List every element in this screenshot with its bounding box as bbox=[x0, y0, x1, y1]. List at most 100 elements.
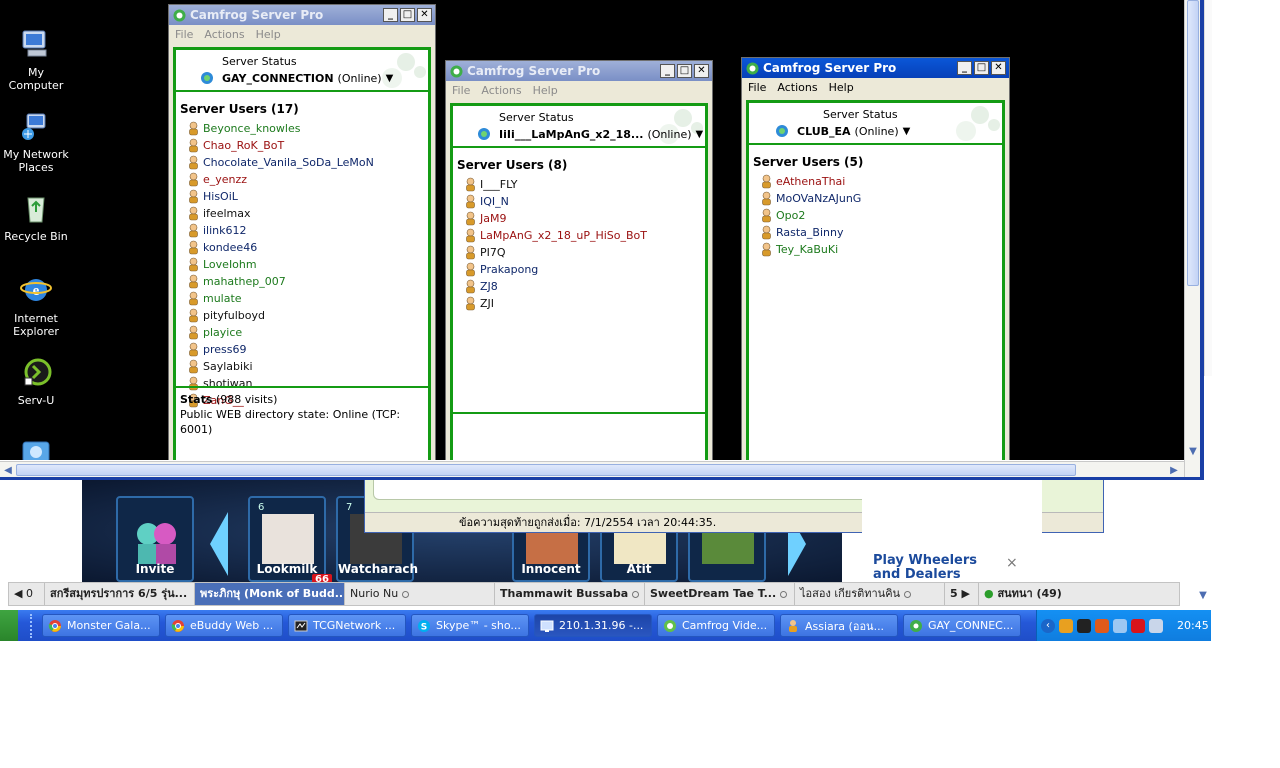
server-user-item[interactable]: PI7Q bbox=[463, 244, 705, 261]
desktop-icon-serv-u[interactable]: Serv-U bbox=[0, 356, 72, 407]
browser-scrollbar[interactable] bbox=[1204, 0, 1212, 376]
taskbar-button[interactable]: Camfrog Vide... bbox=[657, 614, 775, 637]
ad-close-icon[interactable]: × bbox=[1006, 555, 1018, 571]
chevron-down-icon[interactable]: ▼ bbox=[386, 73, 394, 84]
server-user-item[interactable]: Beyonce_knowles bbox=[186, 120, 428, 137]
chevron-down-icon[interactable]: ▼ bbox=[903, 126, 911, 137]
server-user-item[interactable]: mulate bbox=[186, 290, 428, 307]
server-user-item[interactable]: playice bbox=[186, 324, 428, 341]
server-user-item[interactable]: ZJI bbox=[463, 295, 705, 312]
server-user-item[interactable]: eAthenaThai bbox=[759, 173, 1002, 190]
taskbar-button[interactable]: eBuddy Web ... bbox=[165, 614, 283, 637]
arrow-left-icon[interactable] bbox=[206, 508, 230, 580]
server-user-item[interactable]: LaMpAnG_x2_18_uP_HiSo_BoT bbox=[463, 227, 705, 244]
server-user-item[interactable]: ifeelmax bbox=[186, 205, 428, 222]
ad-title[interactable]: Play Wheelers and Dealers bbox=[873, 554, 1003, 582]
desktop-icon-internet-explorer[interactable]: e Internet Explorer bbox=[0, 274, 72, 338]
close-button[interactable]: ✕ bbox=[991, 61, 1006, 75]
tab-scroll-right[interactable]: 5 ▶ bbox=[945, 583, 979, 605]
server-user-item[interactable]: HisOiL bbox=[186, 188, 428, 205]
server-user-item[interactable]: I___FLY bbox=[463, 176, 705, 193]
menu-help[interactable]: Help bbox=[533, 84, 558, 97]
taskbar-button-active[interactable]: 210.1.31.96 -... bbox=[534, 614, 652, 637]
server-user-item[interactable]: ilink612 bbox=[186, 222, 428, 239]
server-user-item[interactable]: LoveIohm bbox=[186, 256, 428, 273]
chevron-down-icon[interactable]: ▼ bbox=[696, 129, 704, 140]
server-user-item[interactable]: e_yenzz bbox=[186, 171, 428, 188]
taskbar-button[interactable]: TCGNetwork ... bbox=[288, 614, 406, 637]
desktop-icon-partial[interactable] bbox=[0, 438, 72, 460]
tab-chat[interactable]: Thammawit Bussaba bbox=[495, 583, 645, 605]
tab-chat-online-count[interactable]: ● สนทนา (49) bbox=[979, 583, 1169, 605]
tray-volume-icon[interactable] bbox=[1149, 618, 1163, 633]
maximize-button[interactable]: □ bbox=[400, 8, 415, 22]
scroll-down-arrow[interactable]: ▼ bbox=[1196, 590, 1210, 606]
taskbar-clock[interactable]: 20:45 bbox=[1177, 619, 1209, 632]
window-title-bar[interactable]: Camfrog Server Pro _ □ ✕ bbox=[742, 58, 1009, 78]
taskbar-button[interactable]: Assiara (ออน... bbox=[780, 614, 898, 637]
viewport-horizontal-scrollbar[interactable]: ◀ ▶ bbox=[0, 461, 1184, 477]
start-button[interactable] bbox=[0, 610, 18, 641]
tray-firewall-icon[interactable] bbox=[1095, 618, 1109, 633]
server-user-item[interactable]: ZJ8 bbox=[463, 278, 705, 295]
server-user-item[interactable]: Rasta_Binny bbox=[759, 224, 1002, 241]
server-user-item[interactable]: MoOVaNzAJunG bbox=[759, 190, 1002, 207]
server-user-item[interactable]: mahathep_007 bbox=[186, 273, 428, 290]
desktop-icon-my-network-places[interactable]: My Network Places bbox=[0, 110, 72, 174]
server-user-item[interactable]: kondee46 bbox=[186, 239, 428, 256]
scroll-left-arrow[interactable]: ◀ bbox=[0, 462, 16, 478]
taskbar-button[interactable]: Monster Gala... bbox=[42, 614, 160, 637]
game-tile-lookmilk[interactable]: 6 Lookmilk bbox=[248, 496, 326, 582]
tab-chat-active[interactable]: พระภิกษุ (Monk of Budd... bbox=[195, 583, 345, 605]
tray-user-icon[interactable] bbox=[1059, 618, 1073, 633]
close-button[interactable]: ✕ bbox=[694, 64, 709, 78]
menu-actions[interactable]: Actions bbox=[777, 81, 817, 94]
tab-chat[interactable]: Nurio Nu bbox=[345, 583, 495, 605]
taskbar-grip[interactable] bbox=[30, 613, 36, 638]
menu-actions[interactable]: Actions bbox=[481, 84, 521, 97]
window-title-bar[interactable]: Camfrog Server Pro _ □ ✕ bbox=[169, 5, 435, 25]
server-status-line[interactable]: CLUB_EA (Online) ▼ bbox=[773, 124, 910, 138]
scroll-right-arrow[interactable]: ▶ bbox=[1166, 462, 1182, 478]
menu-help[interactable]: Help bbox=[256, 28, 281, 41]
server-status-box[interactable]: Server Status CLUB_EA (Online) ▼ bbox=[749, 103, 1002, 145]
server-status-line[interactable]: IiIi___LaMpAnG_x2_18... (Online) ▼ bbox=[475, 127, 703, 141]
viewport-vertical-scrollbar[interactable]: ▼ bbox=[1184, 0, 1200, 477]
server-user-item[interactable]: press69 bbox=[186, 341, 428, 358]
tray-expand-icon[interactable]: ‹ bbox=[1041, 618, 1055, 633]
server-user-item[interactable]: Opo2 bbox=[759, 207, 1002, 224]
menu-file[interactable]: File bbox=[748, 81, 766, 94]
tray-app-icon[interactable] bbox=[1077, 618, 1091, 633]
taskbar-button[interactable]: GAY_CONNEC... bbox=[903, 614, 1021, 637]
minimize-button[interactable]: _ bbox=[957, 61, 972, 75]
server-user-item[interactable]: Tey_KaBuKi bbox=[759, 241, 1002, 258]
maximize-button[interactable]: □ bbox=[677, 64, 692, 78]
server-status-line[interactable]: GAY_CONNECTION (Online) ▼ bbox=[198, 71, 393, 85]
tray-network-icon[interactable] bbox=[1113, 618, 1127, 633]
server-user-item[interactable]: Saylabiki bbox=[186, 358, 428, 375]
server-user-item[interactable]: JaM9 bbox=[463, 210, 705, 227]
server-user-item[interactable]: Chao_RoK_BoT bbox=[186, 137, 428, 154]
menu-actions[interactable]: Actions bbox=[204, 28, 244, 41]
menu-help[interactable]: Help bbox=[829, 81, 854, 94]
taskbar-button[interactable]: S Skype™ - sho... bbox=[411, 614, 529, 637]
scroll-down-arrow[interactable]: ▼ bbox=[1185, 443, 1201, 459]
server-user-item[interactable]: pityfulboyd bbox=[186, 307, 428, 324]
minimize-button[interactable]: _ bbox=[660, 64, 675, 78]
minimize-button[interactable]: _ bbox=[383, 8, 398, 22]
menu-file[interactable]: File bbox=[175, 28, 193, 41]
server-status-box[interactable]: Server Status GAY_CONNECTION (Online) ▼ bbox=[176, 50, 428, 92]
scrollbar-thumb[interactable] bbox=[16, 464, 1076, 476]
server-user-item[interactable]: Prakapong bbox=[463, 261, 705, 278]
desktop-icon-recycle-bin[interactable]: Recycle Bin bbox=[0, 192, 72, 243]
maximize-button[interactable]: □ bbox=[974, 61, 989, 75]
tray-block-icon[interactable] bbox=[1131, 618, 1145, 633]
scrollbar-thumb[interactable] bbox=[1187, 0, 1199, 286]
desktop-icon-my-computer[interactable]: My Computer bbox=[0, 28, 72, 92]
window-title-bar[interactable]: Camfrog Server Pro _ □ ✕ bbox=[446, 61, 712, 81]
tab-chat[interactable]: SweetDream Tae T... bbox=[645, 583, 795, 605]
game-tile-invite[interactable]: Invite bbox=[116, 496, 194, 582]
server-status-box[interactable]: Server Status IiIi___LaMpAnG_x2_18... (O… bbox=[453, 106, 705, 148]
server-user-item[interactable]: IQI_N bbox=[463, 193, 705, 210]
close-button[interactable]: ✕ bbox=[417, 8, 432, 22]
